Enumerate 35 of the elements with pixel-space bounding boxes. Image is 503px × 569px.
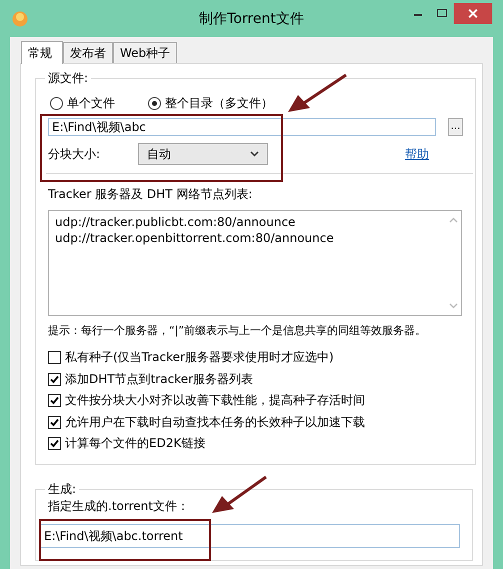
radio-label: 单个文件: [67, 94, 115, 112]
app-icon: [12, 10, 28, 26]
radio-button[interactable]: [148, 96, 161, 110]
piece-size-dropdown[interactable]: 自动: [138, 143, 268, 165]
hint-text: 提示：每行一个服务器，“|”前缀表示与上一个是信息共享的同组等效服务器。: [48, 323, 428, 338]
checkbox[interactable]: [48, 372, 61, 386]
checkbox[interactable]: [48, 416, 61, 429]
window-title: 制作Torrent文件: [199, 11, 304, 27]
tracker-list-label: Tracker 服务器及 DHT 网络节点列表:: [48, 186, 254, 203]
output-label: 指定生成的.torrent文件：: [48, 498, 190, 515]
output-path-field[interactable]: E:\Find\视频\abc.torrent: [40, 524, 460, 548]
checkbox-label: 允许用户在下载时自动查找本任务的长效种子以加速下载: [65, 414, 365, 431]
radio-button[interactable]: [50, 96, 63, 110]
browse-button[interactable]: ...: [448, 118, 463, 136]
tracker-list-field[interactable]: udp://tracker.publicbt.com:80/announce udp://tracker.openbittorrent.com:80/announce: [48, 210, 462, 316]
checkbox[interactable]: [48, 437, 61, 450]
annotation-arrow: [288, 74, 347, 112]
checkbox-label: 文件按分块大小对齐以改善下载性能，提高种子存活时间: [65, 392, 365, 410]
piece-size-label: 分块大小:: [48, 146, 100, 162]
annotation-arrow: [212, 476, 267, 513]
radio-label: 整个目录（多文件）: [165, 94, 273, 112]
group-title: 生成:: [47, 481, 78, 498]
tab[interactable]: 常规: [21, 41, 63, 64]
group-title: 源文件:: [47, 70, 90, 87]
tab[interactable]: Web种子: [113, 42, 178, 63]
chevron-down-icon: [250, 151, 260, 157]
source-path-field[interactable]: E:\Find\视频\abc: [48, 118, 436, 136]
checkbox-label: 添加DHT节点到tracker服务器列表: [65, 370, 254, 388]
help-link[interactable]: 帮助: [405, 146, 430, 162]
checkbox-label: 计算每个文件的ED2K链接: [65, 435, 206, 452]
checkbox-label: 私有种子(仅当Tracker服务器要求使用时才应选中): [65, 349, 334, 366]
tab[interactable]: 发布者: [63, 42, 113, 63]
checkbox[interactable]: [48, 351, 61, 364]
close-button[interactable]: [453, 3, 493, 24]
checkbox[interactable]: [48, 394, 61, 408]
